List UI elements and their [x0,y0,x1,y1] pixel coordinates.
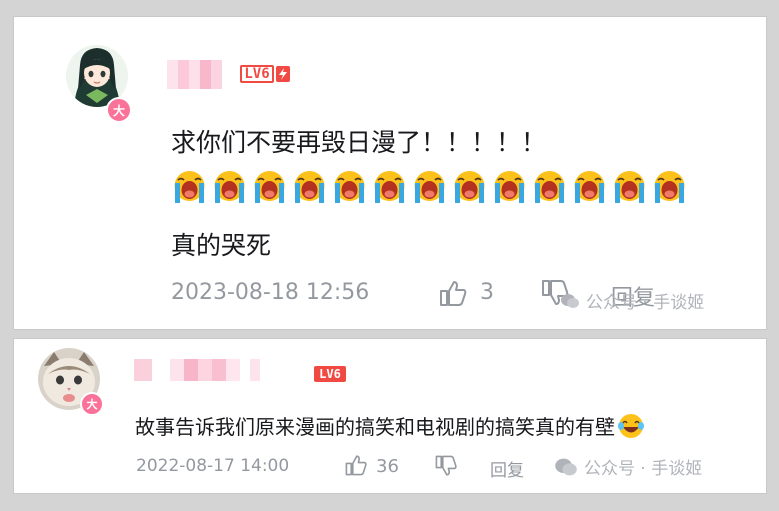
comment-date: 2022-08-17 14:00 [136,456,290,476]
thumbs-up-icon[interactable] [438,279,468,307]
wechat-icon [554,457,578,477]
watermark: 公众号 · 手谈姬 [560,288,704,313]
loudly-crying-emoji-icon [491,167,528,204]
comment-card: 大 LV6 故事告诉我们原来漫画的搞笑和电视剧的搞笑真的有壁 2022-08-1… [14,339,766,493]
thumbs-up-icon[interactable] [344,453,368,477]
loudly-crying-emoji-icon [291,167,328,204]
loudly-crying-emoji-icon [211,167,248,204]
lightning-icon [275,66,290,82]
username-pixelated[interactable] [167,60,222,89]
loudly-crying-emoji-icon [371,167,408,204]
loudly-crying-emoji-icon [531,167,568,204]
emoji-row [171,167,688,204]
like-count: 3 [480,280,494,305]
loudly-crying-emoji-icon [331,167,368,204]
laughing-crying-emoji-icon [617,412,645,440]
comment-date: 2023-08-18 12:56 [171,280,370,305]
username-pixelated[interactable] [134,359,260,381]
reply-button[interactable]: 回复 [490,456,524,481]
loudly-crying-emoji-icon [611,167,648,204]
wechat-icon [560,293,580,309]
verified-badge: 大 [80,392,104,416]
loudly-crying-emoji-icon [171,167,208,204]
like-count: 36 [376,456,399,477]
level-badge: LV6 [314,366,346,382]
loudly-crying-emoji-icon [411,167,448,204]
comment-text: 求你们不要再毁日漫了！！！！！ [171,128,547,157]
loudly-crying-emoji-icon [251,167,288,204]
thumbs-down-icon[interactable] [434,454,458,478]
watermark: 公众号 · 手谈姬 [554,454,702,479]
verified-badge: 大 [106,97,132,123]
loudly-crying-emoji-icon [651,167,688,204]
comment-card: 大 LV6 求你们不要再毁日漫了！！！！！ 真的哭死 2023-08-18 12… [14,17,766,329]
comment-text: 故事告诉我们原来漫画的搞笑和电视剧的搞笑真的有壁 [135,411,645,440]
loudly-crying-emoji-icon [451,167,488,204]
loudly-crying-emoji-icon [571,167,608,204]
comment-text-after: 真的哭死 [171,231,272,260]
level-badge: LV6 [236,64,294,84]
